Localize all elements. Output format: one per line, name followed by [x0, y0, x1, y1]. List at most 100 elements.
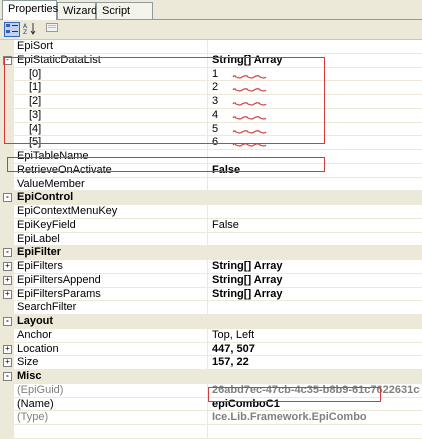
property-value[interactable]: epiComboC1 — [212, 398, 420, 410]
property-row[interactable]: EpiSort — [0, 40, 422, 54]
collapse-icon[interactable]: - — [3, 55, 12, 65]
tab-properties[interactable]: Properties — [2, 0, 58, 20]
property-name: EpiTableName — [17, 150, 208, 163]
tab-strip: Properties Wizards Script Editor — [0, 0, 422, 33]
property-name: EpiFilters — [17, 260, 208, 273]
row-margin — [0, 108, 14, 122]
row-margin — [0, 425, 14, 438]
category-row[interactable]: - Misc — [0, 370, 422, 384]
property-name — [17, 425, 208, 438]
property-value[interactable]: 447, 507 — [212, 343, 420, 355]
property-name: EpiContextMenuKey — [17, 205, 208, 218]
row-margin — [0, 122, 14, 136]
expand-icon[interactable]: + — [3, 262, 12, 271]
row-margin — [0, 177, 14, 191]
property-name: EpiControl — [17, 191, 208, 204]
property-value[interactable]: String[] Array — [212, 274, 420, 286]
property-row[interactable]: + EpiFiltersAppend String[] Array — [0, 273, 422, 288]
property-row[interactable]: [3] 4 — [0, 108, 422, 123]
property-name: (EpiGuid) — [17, 383, 208, 397]
row-margin: + — [0, 287, 14, 301]
redaction-scribble-icon — [232, 115, 266, 120]
tab-wizards[interactable]: Wizards — [57, 2, 103, 19]
property-row[interactable] — [0, 425, 422, 439]
property-row[interactable]: Anchor Top, Left — [0, 328, 422, 343]
redaction-scribble-icon — [232, 74, 267, 79]
property-row[interactable]: + EpiFilters String[] Array — [0, 260, 422, 274]
row-margin — [0, 218, 14, 232]
alphabetical-view-button[interactable]: A Z — [22, 22, 38, 37]
category-row[interactable]: - EpiControl — [0, 191, 422, 205]
property-row[interactable]: [0] 1 — [0, 67, 422, 82]
property-name: RetrieveOnActivate — [17, 163, 208, 177]
property-name: [3] — [29, 108, 208, 122]
property-pages-button[interactable] — [44, 22, 60, 37]
expand-icon[interactable]: + — [3, 358, 12, 368]
property-value[interactable]: String[] Array — [212, 288, 420, 300]
property-name: Size — [17, 356, 208, 369]
row-margin: + — [0, 342, 14, 356]
property-name: EpiFiltersAppend — [17, 273, 208, 287]
property-name: ValueMember — [17, 177, 208, 191]
property-value[interactable]: False — [212, 164, 420, 176]
row-margin: + — [0, 356, 14, 369]
property-row[interactable]: (Type) Ice.Lib.Framework.EpiCombo — [0, 411, 422, 425]
property-toolbar: A Z — [0, 20, 422, 40]
row-margin: + — [0, 273, 14, 287]
property-row[interactable]: RetrieveOnActivate False — [0, 163, 422, 178]
row-margin — [0, 163, 14, 177]
property-value[interactable]: String[] Array — [212, 54, 420, 66]
collapse-icon[interactable]: - — [3, 317, 12, 326]
property-row[interactable]: [5] 6 — [0, 136, 422, 150]
property-row[interactable]: + EpiFiltersParams String[] Array — [0, 287, 422, 302]
property-name: (Name) — [17, 397, 208, 411]
tab-script-editor[interactable]: Script Editor — [96, 2, 153, 33]
property-row[interactable]: SearchFilter — [0, 301, 422, 315]
property-name: Misc — [17, 370, 208, 383]
categorized-view-button[interactable] — [4, 22, 20, 37]
property-name: Layout — [17, 315, 208, 328]
row-margin: - — [0, 53, 14, 67]
property-value[interactable]: String[] Array — [212, 260, 420, 272]
property-row[interactable]: [4] 5 — [0, 122, 422, 137]
property-row[interactable]: EpiKeyField False — [0, 218, 422, 233]
property-name: Anchor — [17, 328, 208, 342]
property-row[interactable]: + Size 157, 22 — [0, 356, 422, 370]
row-margin — [0, 95, 14, 108]
svg-text:Z: Z — [23, 29, 27, 35]
expand-icon[interactable]: + — [3, 344, 12, 354]
category-row[interactable]: - Layout — [0, 315, 422, 329]
property-row[interactable]: [1] 2 — [0, 81, 422, 95]
collapse-icon[interactable]: - — [3, 193, 12, 203]
collapse-icon[interactable]: - — [3, 372, 12, 381]
expand-icon[interactable]: + — [3, 275, 12, 285]
property-row[interactable]: + Location 447, 507 — [0, 342, 422, 357]
property-row[interactable]: EpiTableName — [0, 150, 422, 164]
category-row[interactable]: - EpiFilter — [0, 246, 422, 260]
property-value[interactable]: 157, 22 — [212, 356, 420, 368]
property-row[interactable]: (Name) epiComboC1 — [0, 397, 422, 412]
property-value[interactable]: Ice.Lib.Framework.EpiCombo — [212, 411, 420, 423]
property-value[interactable]: 26abd7ec-47cb-4c35-b8b9-61c7622631c6 — [212, 384, 420, 396]
row-margin — [0, 150, 14, 163]
redaction-scribble-icon — [232, 88, 267, 92]
property-name: [5] — [29, 136, 208, 149]
property-row[interactable]: (EpiGuid) 26abd7ec-47cb-4c35-b8b9-61c7622… — [0, 383, 422, 398]
property-value[interactable]: Top, Left — [212, 329, 420, 341]
collapse-icon[interactable]: - — [3, 248, 12, 258]
property-row[interactable]: - EpiStaticDataList String[] Array — [0, 53, 422, 68]
property-row[interactable]: [2] 3 — [0, 95, 422, 109]
redaction-scribble-icon — [232, 143, 267, 147]
expand-icon[interactable]: + — [3, 289, 12, 299]
property-row[interactable]: EpiContextMenuKey — [0, 205, 422, 219]
property-value[interactable]: False — [212, 219, 420, 231]
row-margin: - — [0, 191, 14, 204]
row-margin — [0, 232, 14, 246]
row-margin — [0, 328, 14, 342]
row-margin: - — [0, 246, 14, 259]
property-row[interactable]: EpiLabel — [0, 232, 422, 247]
property-row[interactable]: ValueMember — [0, 177, 422, 192]
property-name: EpiFiltersParams — [17, 287, 208, 301]
property-name: Location — [17, 342, 208, 356]
row-margin: - — [0, 315, 14, 328]
